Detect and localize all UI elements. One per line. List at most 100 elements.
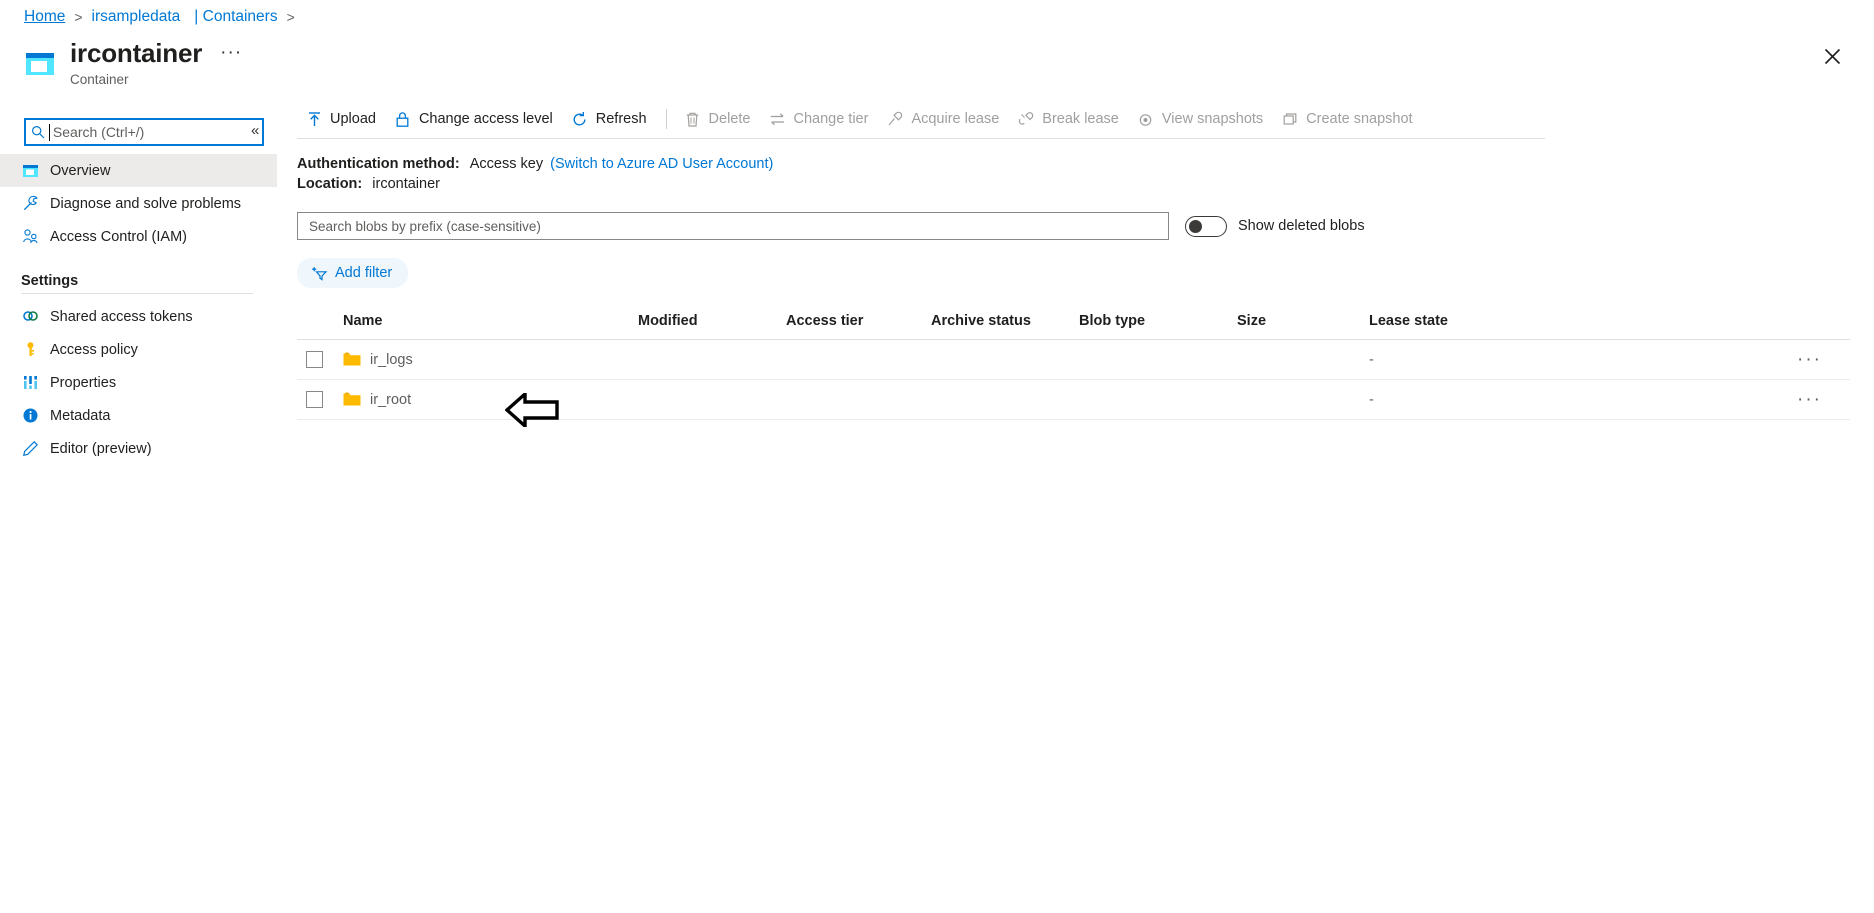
row-lease-state: - — [1369, 391, 1374, 408]
row-select-cell — [297, 351, 343, 368]
location-value: ircontainer — [372, 176, 440, 192]
refresh-button[interactable]: Refresh — [563, 105, 657, 133]
blob-search-box[interactable] — [297, 212, 1169, 240]
column-header-size[interactable]: Size — [1237, 313, 1369, 329]
row-context-menu-button[interactable]: ··· — [1797, 390, 1822, 409]
sidebar-item-label: Properties — [50, 374, 117, 391]
wrench-icon — [21, 195, 39, 213]
table-header-row: Name Modified Access tier Archive status… — [297, 310, 1850, 340]
swap-icon — [768, 110, 786, 128]
location-line: Location: ircontainer — [297, 175, 1850, 194]
close-blade-button[interactable] — [1816, 40, 1848, 72]
bars-icon — [21, 374, 39, 392]
nav-list: Overview Diagnose and solve problems Acc… — [0, 154, 277, 465]
row-name-link[interactable]: ir_logs — [370, 352, 413, 368]
sidebar-item-label: Shared access tokens — [50, 308, 193, 325]
toolbar-label: Upload — [330, 111, 376, 127]
command-toolbar: Upload Change access level Refresh Delet… — [297, 100, 1850, 138]
column-header-modified[interactable]: Modified — [638, 313, 786, 329]
column-header-blob-type[interactable]: Blob type — [1079, 313, 1237, 329]
column-header-archive-status[interactable]: Archive status — [931, 313, 1079, 329]
column-header-access-tier[interactable]: Access tier — [786, 313, 931, 329]
sidebar-item-shared-access-tokens[interactable]: Shared access tokens — [0, 300, 277, 333]
upload-icon — [305, 110, 323, 128]
pencil-icon — [21, 440, 39, 458]
blob-filter-row: Show deleted blobs — [297, 212, 1850, 240]
breadcrumb-account[interactable]: irsampledata — [92, 8, 181, 26]
delete-button[interactable]: Delete — [676, 105, 761, 133]
sidebar-item-access-control[interactable]: Access Control (IAM) — [0, 220, 277, 253]
toolbar-label: Break lease — [1042, 111, 1119, 127]
add-filter-label: Add filter — [335, 265, 393, 281]
column-header-name[interactable]: Name — [343, 313, 638, 329]
row-name-link[interactable]: ir_root — [370, 392, 411, 408]
breadcrumb-separator-1: > — [74, 9, 83, 25]
sidebar-item-label: Editor (preview) — [50, 440, 152, 457]
add-filter-icon — [310, 264, 328, 282]
collapse-nav-button[interactable]: « — [251, 122, 259, 139]
more-actions-button[interactable]: ··· — [220, 43, 242, 62]
view-snapshots-button[interactable]: View snapshots — [1129, 105, 1273, 133]
row-context-menu-button[interactable]: ··· — [1797, 350, 1822, 369]
main-content: Upload Change access level Refresh Delet… — [297, 100, 1850, 420]
table-row[interactable]: ir_root - ··· — [297, 380, 1850, 420]
add-filter-button[interactable]: Add filter — [297, 258, 409, 288]
show-deleted-blobs-control: Show deleted blobs — [1185, 215, 1365, 237]
sidebar-item-diagnose[interactable]: Diagnose and solve problems — [0, 187, 277, 220]
sidebar-item-access-policy[interactable]: Access policy — [0, 333, 277, 366]
show-deleted-blobs-toggle[interactable] — [1185, 215, 1227, 237]
row-name-cell: ir_root — [343, 392, 638, 408]
people-icon — [21, 228, 39, 246]
unplug-icon — [1017, 110, 1035, 128]
sidebar-item-editor-preview[interactable]: Editor (preview) — [0, 432, 277, 465]
blob-search-input[interactable] — [307, 217, 1159, 235]
breadcrumb-home[interactable]: Home — [24, 8, 65, 26]
switch-to-azure-ad-link[interactable]: (Switch to Azure AD User Account) — [550, 156, 773, 172]
location-label: Location: — [297, 176, 363, 192]
toolbar-divider — [297, 138, 1545, 139]
column-header-lease-state[interactable]: Lease state — [1369, 313, 1521, 329]
change-tier-button[interactable]: Change tier — [760, 105, 878, 133]
change-access-level-button[interactable]: Change access level — [386, 105, 563, 133]
sidebar-item-label: Diagnose and solve problems — [50, 195, 242, 212]
break-lease-button[interactable]: Break lease — [1009, 105, 1129, 133]
copy-icon — [1281, 110, 1299, 128]
azure-portal-blade: Home > irsampledata | Containers > ircon… — [0, 0, 1874, 913]
sidebar-item-properties[interactable]: Properties — [0, 366, 277, 399]
page-header: ircontainer ··· Container — [70, 38, 242, 87]
blob-table: Name Modified Access tier Archive status… — [297, 310, 1850, 420]
row-actions-cell: ··· — [1521, 390, 1850, 409]
page-subtitle: Container — [70, 72, 129, 87]
auth-label: Authentication method: — [297, 156, 460, 172]
container-icon — [21, 162, 39, 180]
row-checkbox[interactable] — [306, 391, 323, 408]
nav-search-input[interactable] — [50, 123, 257, 141]
sidebar-item-overview[interactable]: Overview — [0, 154, 277, 187]
upload-button[interactable]: Upload — [297, 105, 386, 133]
breadcrumb-separator-2: > — [286, 9, 295, 25]
table-row[interactable]: ir_logs - ··· — [297, 340, 1850, 380]
plug-icon — [886, 110, 904, 128]
sidebar-item-label: Access Control (IAM) — [50, 228, 187, 245]
row-actions-cell: ··· — [1521, 350, 1850, 369]
row-select-cell — [297, 391, 343, 408]
toolbar-label: Acquire lease — [911, 111, 1000, 127]
breadcrumb-containers[interactable]: | Containers — [194, 8, 277, 26]
toolbar-label: Create snapshot — [1306, 111, 1413, 127]
folder-icon — [343, 352, 361, 368]
acquire-lease-button[interactable]: Acquire lease — [878, 105, 1009, 133]
toggle-knob — [1189, 219, 1202, 233]
auth-value: Access key — [469, 156, 544, 172]
row-checkbox[interactable] — [306, 351, 323, 368]
toolbar-label: Change tier — [793, 111, 869, 127]
sidebar-item-metadata[interactable]: Metadata — [0, 399, 277, 432]
toolbar-label: View snapshots — [1161, 111, 1264, 127]
nav-search-box[interactable] — [24, 118, 264, 146]
container-icon — [24, 48, 56, 80]
sidebar-item-label: Access policy — [50, 341, 138, 358]
authentication-method-line: Authentication method: Access key (Switc… — [297, 155, 1850, 174]
toolbar-label: Change access level — [418, 111, 553, 127]
row-name-cell: ir_logs — [343, 352, 638, 368]
create-snapshot-button[interactable]: Create snapshot — [1273, 105, 1422, 133]
toolbar-label: Delete — [708, 111, 751, 127]
